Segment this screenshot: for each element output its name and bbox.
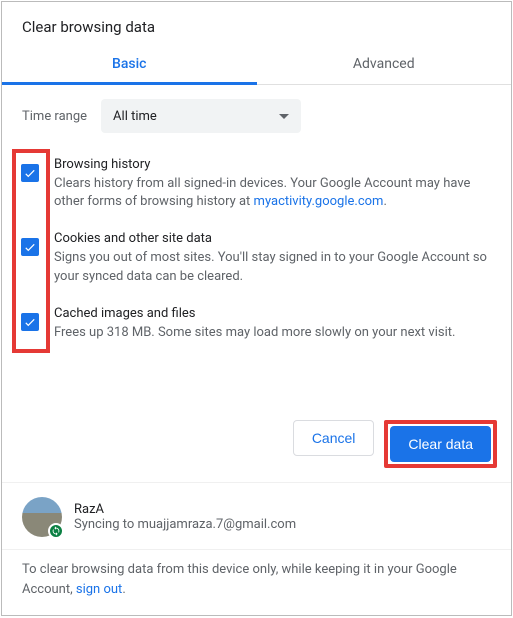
- time-range-label: Time range: [22, 109, 87, 124]
- checkmark-icon: [23, 240, 37, 254]
- account-name: RazA: [74, 502, 296, 517]
- checkbox-cookies[interactable]: [21, 238, 39, 256]
- avatar: [22, 497, 62, 537]
- tabs: Basic Advanced: [2, 46, 511, 85]
- tab-basic[interactable]: Basic: [2, 46, 257, 84]
- checkbox-browsing-history[interactable]: [21, 164, 39, 182]
- option-cookies: Cookies and other site data Signs you ou…: [16, 223, 497, 297]
- sign-out-link[interactable]: sign out: [76, 582, 122, 597]
- option-title: Browsing history: [54, 157, 491, 172]
- cancel-button[interactable]: Cancel: [293, 420, 375, 456]
- option-description: Signs you out of most sites. You'll stay…: [54, 249, 491, 285]
- footer-note: To clear browsing data from this device …: [2, 549, 511, 615]
- option-title: Cookies and other site data: [54, 231, 491, 246]
- account-row: RazA Syncing to muajjamraza.7@gmail.com: [2, 482, 511, 549]
- clear-browsing-data-dialog: Clear browsing data Basic Advanced Time …: [1, 1, 512, 616]
- account-sync-status: Syncing to muajjamraza.7@gmail.com: [74, 517, 296, 532]
- dialog-title: Clear browsing data: [2, 2, 511, 46]
- highlight-annotation-clear-button: Clear data: [384, 420, 497, 468]
- option-cache: Cached images and files Frees up 318 MB.…: [16, 298, 497, 354]
- option-browsing-history: Browsing history Clears history from all…: [16, 149, 497, 223]
- options-list: Browsing history Clears history from all…: [2, 143, 511, 354]
- tab-advanced-label: Advanced: [353, 56, 415, 72]
- tab-advanced[interactable]: Advanced: [257, 46, 512, 84]
- option-description: Frees up 318 MB. Some sites may load mor…: [54, 324, 491, 342]
- chevron-down-icon: [279, 114, 289, 119]
- myactivity-link[interactable]: myactivity.google.com: [254, 194, 384, 209]
- tab-basic-label: Basic: [112, 56, 146, 72]
- sync-badge-icon: [48, 523, 64, 539]
- option-description: Clears history from all signed-in device…: [54, 175, 491, 211]
- checkmark-icon: [23, 315, 37, 329]
- dialog-buttons: Cancel Clear data: [2, 406, 511, 482]
- time-range-value: All time: [113, 109, 157, 124]
- option-title: Cached images and files: [54, 306, 491, 321]
- time-range-row: Time range All time: [2, 85, 511, 143]
- clear-data-button[interactable]: Clear data: [390, 426, 491, 462]
- account-text: RazA Syncing to muajjamraza.7@gmail.com: [74, 502, 296, 532]
- time-range-select[interactable]: All time: [101, 99, 301, 133]
- checkbox-cache[interactable]: [21, 313, 39, 331]
- checkmark-icon: [23, 166, 37, 180]
